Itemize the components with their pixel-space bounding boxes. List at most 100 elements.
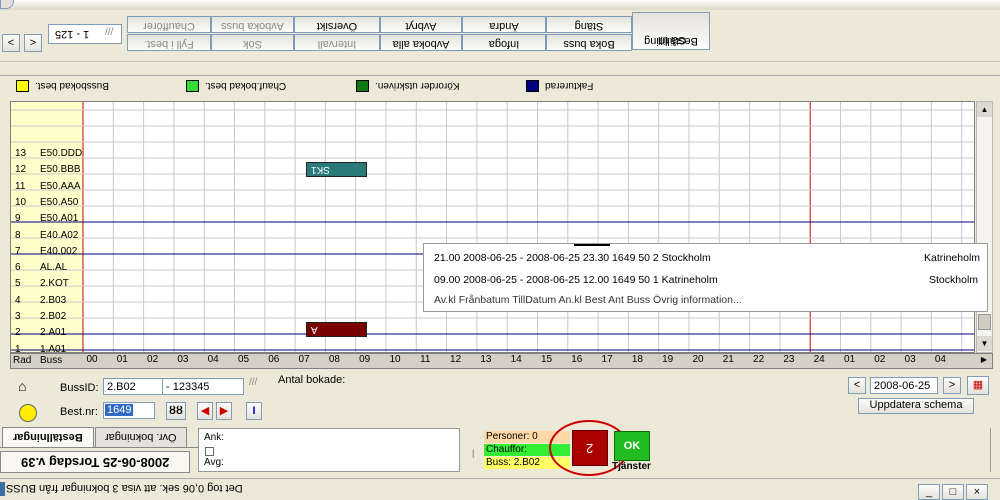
- calendar-icon[interactable]: ▦: [967, 376, 989, 395]
- row-bus[interactable]: E50.AAA: [40, 181, 81, 192]
- legend-label-3: Fakturerad: [545, 80, 594, 91]
- vertical-scrollbar[interactable]: ▲ ▼: [976, 101, 993, 353]
- ok-label: OK: [623, 440, 641, 452]
- booking-block[interactable]: SK1: [306, 162, 367, 177]
- bussid-input[interactable]: [103, 378, 163, 395]
- close-button[interactable]: ×: [966, 484, 988, 500]
- toolbar-bottom-label-6: Gå till: [658, 34, 687, 46]
- toolbar-bottom-button-2[interactable]: Intervall: [294, 34, 380, 51]
- hour-label: 02: [874, 354, 886, 365]
- row-number: 4: [15, 294, 21, 306]
- legend-label-2: Körorder utskriven.: [375, 80, 460, 91]
- hour-label: 10: [389, 354, 401, 365]
- minimize-button[interactable]: _: [918, 484, 940, 500]
- hour-label: 07: [298, 354, 310, 365]
- row-bus[interactable]: E40.002: [40, 246, 77, 257]
- toolbar-top-button-1[interactable]: Avboka buss: [211, 16, 294, 33]
- row-number: 3: [15, 311, 21, 322]
- scroll-down-arrow-icon[interactable]: ▼: [977, 336, 992, 351]
- nav-prev-button[interactable]: <: [2, 34, 20, 52]
- info-i-icon[interactable]: I: [246, 402, 262, 420]
- hour-label: 01: [843, 354, 856, 365]
- summary-tick: |: [472, 448, 475, 458]
- ok-button[interactable]: OK: [614, 431, 650, 461]
- schedule-grid[interactable]: [10, 101, 975, 353]
- row-number: 5: [15, 278, 21, 290]
- row-bus[interactable]: E50.DDD: [40, 148, 82, 159]
- update-schedule-label: Uppdatera schema: [869, 399, 963, 411]
- row-bus[interactable]: E50.BBB: [40, 164, 81, 175]
- update-schedule-button[interactable]: Uppdatera schema: [858, 398, 974, 414]
- avg-label: Avg:: [204, 457, 224, 468]
- buss-text: Buss: 2.B02: [486, 457, 540, 468]
- row-bus[interactable]: AL.AL: [40, 262, 67, 273]
- tab-bestallningar-label: Beställningar: [13, 431, 83, 443]
- bestnr-highlight: 1649: [105, 404, 134, 416]
- hour-label: 00: [86, 354, 98, 365]
- row-bus[interactable]: 2.A01: [40, 327, 66, 338]
- prev-red-arrow-icon[interactable]: ◀: [197, 402, 213, 420]
- info-header: Av.kl Frånbatum TillDatum An.kl Best Ant…: [434, 294, 742, 306]
- ank-label: Ank:: [204, 432, 225, 443]
- row-number: 13: [15, 148, 27, 159]
- date-prev-button[interactable]: <: [848, 377, 866, 394]
- row-number: 6: [15, 262, 21, 274]
- notes-checkbox[interactable]: [205, 447, 214, 456]
- row-bus[interactable]: 1.A01: [40, 344, 66, 355]
- row-bus[interactable]: 2.KOT: [40, 278, 69, 289]
- info-line-1-right: Stockholm: [929, 274, 979, 286]
- maximize-button[interactable]: □: [942, 484, 964, 500]
- row-bus[interactable]: E40.A02: [40, 230, 78, 241]
- toolbar-top-button-2[interactable]: Översikt: [294, 16, 380, 33]
- toolbar-bottom-button-3[interactable]: Avboka alla: [380, 34, 462, 51]
- hour-label: 16: [571, 354, 583, 365]
- row-bus[interactable]: 2.B02: [40, 311, 66, 322]
- hour-label: 05: [237, 354, 250, 365]
- resize-grip-icon: ///: [105, 27, 114, 38]
- hour-label: 22: [753, 354, 765, 365]
- bussid-extra-input[interactable]: [162, 378, 244, 395]
- binoculars-icon[interactable]: ȣȣ: [166, 402, 186, 420]
- booking-block[interactable]: A: [306, 322, 367, 337]
- toolbar-top-button-5[interactable]: Stäng: [546, 16, 632, 33]
- tab-ovr-bokningar[interactable]: Övr. bokningar: [95, 427, 187, 447]
- hour-label: 17: [601, 354, 613, 365]
- nav-prev-label: <: [7, 37, 15, 49]
- toolbar-top-edge: [0, 0, 1000, 10]
- hour-label: 04: [207, 354, 219, 365]
- scroll-thumb[interactable]: [978, 314, 991, 330]
- next-red-arrow-icon[interactable]: ▶: [216, 402, 232, 420]
- nav-next-label: >: [29, 37, 37, 49]
- toolbar-bottom-button-0[interactable]: Fyll i best.: [127, 34, 211, 51]
- toolbar-top-button-0[interactable]: Chaufförer: [127, 16, 211, 33]
- tab-bestallningar[interactable]: Beställningar: [2, 427, 94, 447]
- date-status-text: 2008-06-25 Torsdag v.39: [20, 455, 170, 470]
- hour-label: 11: [420, 354, 431, 365]
- legend-label-0: Bussbokad best.: [35, 80, 109, 91]
- row-number: 7: [15, 245, 21, 257]
- bussid-label: BussID:: [60, 382, 99, 394]
- hour-label: 06: [268, 354, 280, 365]
- date-input[interactable]: [870, 377, 938, 394]
- tab-ovr-bokningar-label: Övr. bokningar: [105, 431, 177, 443]
- legend-label-1: Chauf.bokad best.: [205, 80, 287, 91]
- hour-label: 04: [934, 354, 946, 365]
- notes-area[interactable]: [198, 428, 460, 472]
- row-bus[interactable]: E50.A01: [40, 213, 78, 224]
- status-circle-icon: [19, 404, 37, 422]
- row-bus[interactable]: 2.B03: [40, 295, 66, 306]
- info-line-1: 09.00 2008-06-25 - 2008-06-25 12.00 1649…: [434, 274, 718, 286]
- date-next-button[interactable]: >: [943, 377, 961, 394]
- row-number: 9: [15, 213, 21, 225]
- tab-strip: [0, 447, 198, 448]
- chauffor-text: Chauffor:: [486, 444, 527, 455]
- nav-next-button[interactable]: >: [24, 34, 42, 52]
- toolbar-bottom-button-4[interactable]: Infoga: [462, 34, 546, 51]
- scroll-up-arrow-icon[interactable]: ▲: [977, 102, 992, 117]
- toolbar-bottom-button-1[interactable]: Sök: [211, 34, 294, 51]
- row-bus[interactable]: E50.A50: [40, 197, 78, 208]
- toolbar-top-button-3[interactable]: Avbryt: [380, 16, 462, 33]
- toolbar-bottom-button-5[interactable]: Boka buss: [546, 34, 632, 51]
- toolbar-top-button-4[interactable]: Ändra: [462, 16, 546, 33]
- hscroll-right-arrow-icon[interactable]: ▶: [977, 355, 991, 367]
